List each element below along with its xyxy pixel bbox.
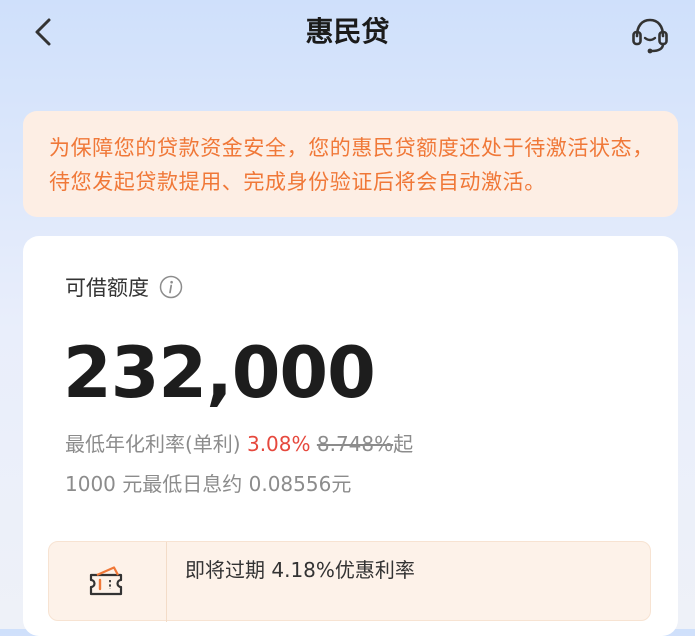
customer-service-button[interactable] (628, 12, 672, 56)
credit-limit-card: 可借额度 232,000 最低年化利率(单利) 3.08% 8.748%起 10… (23, 236, 678, 636)
promo-icon-box (49, 542, 167, 622)
customer-service-headset-icon (632, 18, 668, 54)
rate-prefix: 最低年化利率(单利) (65, 432, 247, 456)
available-amount: 232,000 (63, 332, 376, 414)
rate-original: 8.748% (316, 432, 394, 456)
page-title: 惠民贷 (305, 15, 390, 48)
ticket-coupon-icon (89, 566, 123, 596)
daily-interest-line: 1000 元最低日息约 0.08556元 (65, 472, 352, 496)
promo-rate-banner[interactable]: 即将过期 4.18%优惠利率 (48, 541, 651, 622)
info-icon[interactable] (159, 275, 183, 299)
limit-label: 可借额度 (65, 276, 149, 300)
notice-text: 为保障您的贷款资金安全，您的惠民贷额度还处于待激活状态，待您发起贷款提用、完成身… (49, 136, 654, 194)
rate-value: 3.08% (246, 432, 311, 456)
activation-notice: 为保障您的贷款资金安全，您的惠民贷额度还处于待激活状态，待您发起贷款提用、完成身… (23, 111, 678, 217)
limit-header: 可借额度 (65, 272, 183, 302)
promo-text: 即将过期 4.18%优惠利率 (185, 558, 415, 582)
annual-rate-line: 最低年化利率(单利) 3.08% 8.748%起 (65, 430, 413, 458)
rate-suffix: 起 (393, 432, 414, 456)
top-bar: 惠民贷 (0, 0, 695, 64)
